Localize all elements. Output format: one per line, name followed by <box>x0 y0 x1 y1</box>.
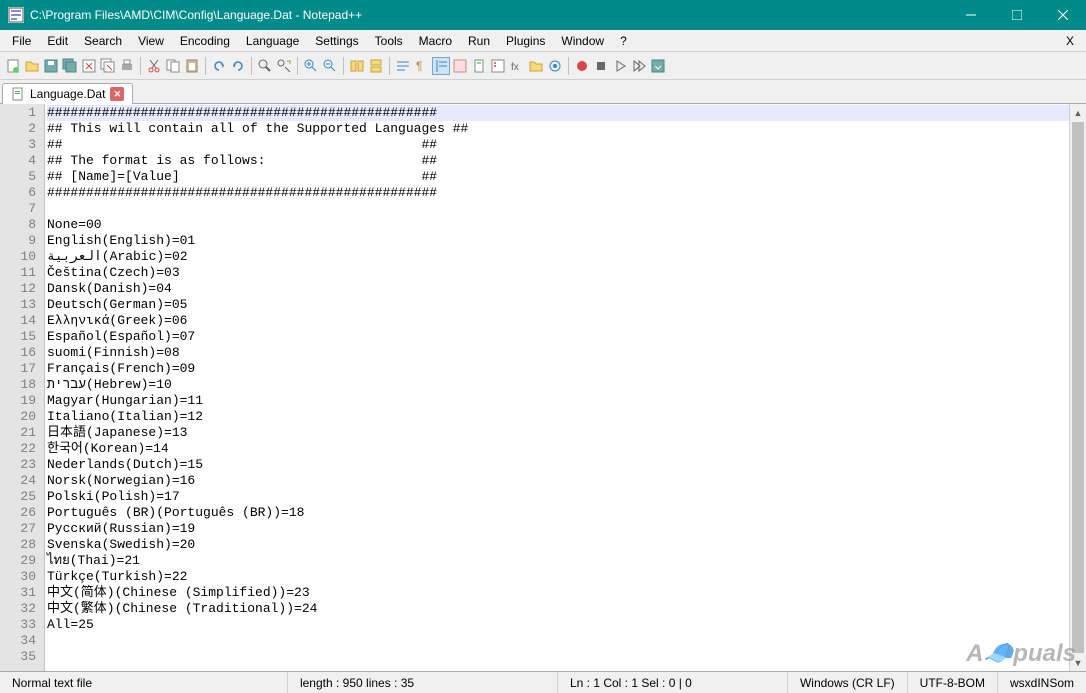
menu-macro[interactable]: Macro <box>411 32 460 50</box>
menu-plugins[interactable]: Plugins <box>498 32 553 50</box>
undo-icon[interactable] <box>210 57 228 75</box>
menu-view[interactable]: View <box>130 32 172 50</box>
separator-icon <box>140 57 141 75</box>
play-multi-icon[interactable] <box>630 57 648 75</box>
record-icon[interactable] <box>573 57 591 75</box>
tab-label: Language.Dat <box>30 87 105 101</box>
funclist-icon[interactable]: fx <box>508 57 526 75</box>
editor: 1234567891011121314151617181920212223242… <box>0 104 1086 671</box>
window-buttons <box>948 0 1086 30</box>
scroll-thumb[interactable] <box>1072 122 1084 653</box>
window-title: C:\Program Files\AMD\CIM\Config\Language… <box>30 8 948 22</box>
zoom-in-icon[interactable] <box>302 57 320 75</box>
separator-icon <box>568 57 569 75</box>
status-filetype: Normal text file <box>0 672 288 693</box>
svg-text:fx: fx <box>511 62 519 73</box>
menu-close-doc[interactable]: X <box>1058 34 1082 48</box>
monitor-icon[interactable] <box>546 57 564 75</box>
doc-map-icon[interactable] <box>470 57 488 75</box>
separator-icon <box>205 57 206 75</box>
menu-encoding[interactable]: Encoding <box>172 32 238 50</box>
sync-h-icon[interactable] <box>367 57 385 75</box>
save-all-icon[interactable] <box>61 57 79 75</box>
menu-edit[interactable]: Edit <box>39 32 76 50</box>
wordwrap-icon[interactable] <box>394 57 412 75</box>
menubar: File Edit Search View Encoding Language … <box>0 30 1086 52</box>
status-ins[interactable]: wsxdINSom <box>998 672 1086 693</box>
menu-search[interactable]: Search <box>76 32 130 50</box>
zoom-out-icon[interactable] <box>321 57 339 75</box>
menu-file[interactable]: File <box>4 32 39 50</box>
tab-language-dat[interactable]: Language.Dat ✕ <box>2 83 133 104</box>
save-icon[interactable] <box>42 57 60 75</box>
userlang-icon[interactable] <box>451 57 469 75</box>
tabbar: Language.Dat ✕ <box>0 80 1086 104</box>
tab-close-icon[interactable]: ✕ <box>110 87 124 101</box>
cut-icon[interactable] <box>145 57 163 75</box>
minimize-button[interactable] <box>948 0 994 30</box>
vertical-scrollbar[interactable]: ▲ ▼ <box>1069 104 1086 671</box>
menu-help[interactable]: ? <box>612 32 635 50</box>
save-macro-icon[interactable] <box>649 57 667 75</box>
separator-icon <box>297 57 298 75</box>
new-file-icon[interactable] <box>4 57 22 75</box>
find-icon[interactable] <box>256 57 274 75</box>
separator-icon <box>389 57 390 75</box>
menu-tools[interactable]: Tools <box>367 32 411 50</box>
menu-run[interactable]: Run <box>460 32 498 50</box>
maximize-button[interactable] <box>994 0 1040 30</box>
allchars-icon[interactable]: ¶ <box>413 57 431 75</box>
sync-v-icon[interactable] <box>348 57 366 75</box>
separator-icon <box>251 57 252 75</box>
scroll-down-icon[interactable]: ▼ <box>1070 654 1086 671</box>
replace-icon[interactable] <box>275 57 293 75</box>
close-file-icon[interactable] <box>80 57 98 75</box>
toolbar: ¶ fx <box>0 52 1086 80</box>
status-encoding[interactable]: UTF-8-BOM <box>908 672 998 693</box>
indent-guide-icon[interactable] <box>432 57 450 75</box>
copy-icon[interactable] <box>164 57 182 75</box>
separator-icon <box>343 57 344 75</box>
status-eol[interactable]: Windows (CR LF) <box>788 672 908 693</box>
redo-icon[interactable] <box>229 57 247 75</box>
print-icon[interactable] <box>118 57 136 75</box>
paste-icon[interactable] <box>183 57 201 75</box>
file-icon <box>11 87 25 101</box>
scroll-up-icon[interactable]: ▲ <box>1070 104 1086 121</box>
titlebar: C:\Program Files\AMD\CIM\Config\Language… <box>0 0 1086 30</box>
stop-icon[interactable] <box>592 57 610 75</box>
menu-window[interactable]: Window <box>553 32 612 50</box>
status-position: Ln : 1 Col : 1 Sel : 0 | 0 <box>558 672 788 693</box>
open-file-icon[interactable] <box>23 57 41 75</box>
folder-panel-icon[interactable] <box>527 57 545 75</box>
menu-settings[interactable]: Settings <box>307 32 366 50</box>
close-button[interactable] <box>1040 0 1086 30</box>
doc-list-icon[interactable] <box>489 57 507 75</box>
menu-language[interactable]: Language <box>238 32 307 50</box>
play-icon[interactable] <box>611 57 629 75</box>
close-all-icon[interactable] <box>99 57 117 75</box>
svg-text:¶: ¶ <box>416 59 422 73</box>
code-area[interactable]: ########################################… <box>45 104 1086 671</box>
statusbar: Normal text file length : 950 lines : 35… <box>0 671 1086 693</box>
line-gutter: 1234567891011121314151617181920212223242… <box>0 104 45 671</box>
app-icon <box>8 7 24 23</box>
status-length: length : 950 lines : 35 <box>288 672 558 693</box>
